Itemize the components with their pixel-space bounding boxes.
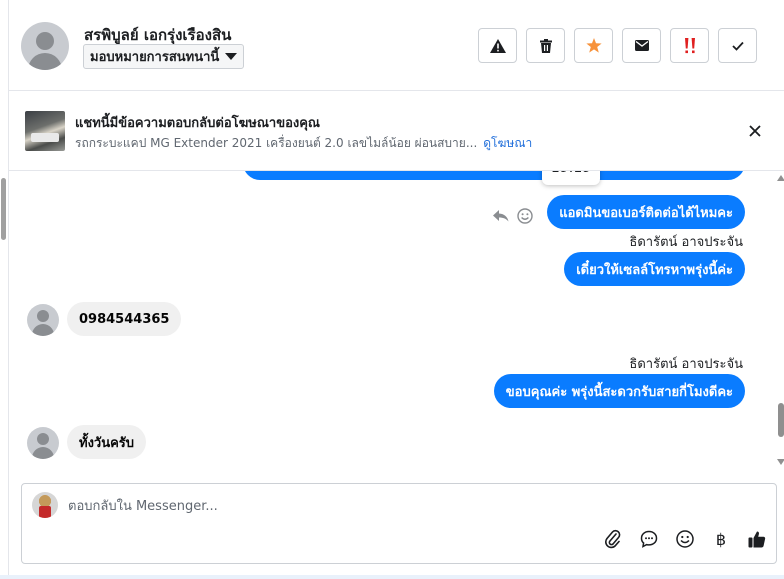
- saved-replies-button[interactable]: [638, 528, 660, 550]
- report-spam-button[interactable]: [478, 28, 517, 63]
- thumbs-up-icon: [748, 531, 766, 548]
- message-bubble-outgoing[interactable]: แอดมินขอเบอร์ติดต่อได้ไหมคะ: [547, 195, 745, 229]
- reply-icon[interactable]: [493, 210, 509, 222]
- ad-banner-title: แชทนี้มีข้อความตอบกลับต่อโฆษณาของคุณ: [75, 116, 320, 131]
- ad-reply-banner: แชทนี้มีข้อความตอบกลับต่อโฆษณาของคุณ รถก…: [9, 91, 784, 171]
- smiley-icon: [676, 530, 694, 548]
- scrollbar-thumb[interactable]: [778, 403, 784, 437]
- composer-toolbar: ฿: [602, 528, 768, 550]
- message-bubble-outgoing[interactable]: ขอบคุณค่ะ พรุ่งนี้สะดวกรับสายกี่โมงดีคะ: [493, 374, 745, 408]
- message-thread: 19:19 แอดมินขอเบอร์ติดต่อได้ไหมคะ ธิดารั…: [9, 171, 784, 473]
- sender-name: ธิดารัตน์ อาจประจัน: [629, 357, 743, 372]
- thread-scrollbar[interactable]: [777, 171, 784, 473]
- conversation-actions: [478, 28, 757, 63]
- conversation-panel: สรพิบูลย์ เอกรุ่งเรืองสิน มอบหมายการสนทน…: [1, 0, 784, 579]
- attach-file-button[interactable]: [602, 528, 624, 550]
- check-icon: [731, 41, 744, 51]
- star-button[interactable]: [574, 28, 613, 63]
- envelope-icon: [634, 40, 649, 51]
- trash-icon: [539, 38, 552, 53]
- reply-input[interactable]: [68, 496, 568, 516]
- warning-icon: [489, 38, 506, 53]
- sender-name: ธิดารัตน์ อาจประจัน: [629, 235, 743, 250]
- like-button[interactable]: [746, 528, 768, 550]
- scroll-down-arrow-icon[interactable]: [777, 459, 784, 465]
- page-avatar: [32, 492, 58, 518]
- left-panel-scrollbar-thumb[interactable]: [1, 178, 6, 240]
- bottom-edge-strip: [0, 575, 784, 579]
- emoji-button[interactable]: [674, 528, 696, 550]
- conversation-header: สรพิบูลย์ เอกรุ่งเรืองสิน มอบหมายการสนทน…: [9, 0, 784, 91]
- close-banner-button[interactable]: [745, 121, 765, 141]
- message-bubble-outgoing[interactable]: เดี๋ยวให้เซลล์โทรหาพรุ่งนี้ค่ะ: [564, 252, 745, 286]
- react-smiley-icon[interactable]: [517, 208, 533, 224]
- message-bubble-incoming[interactable]: 0984544365: [67, 302, 182, 336]
- paperclip-icon: [605, 529, 621, 549]
- double-exclamation-icon: [684, 37, 695, 53]
- contact-avatar-small[interactable]: [27, 427, 59, 459]
- follow-up-button[interactable]: [670, 28, 709, 63]
- speech-bubble-icon: [640, 530, 658, 548]
- ad-thumbnail[interactable]: [25, 111, 65, 151]
- close-icon: [749, 125, 761, 137]
- view-ad-link[interactable]: ดูโฆษณา: [483, 136, 532, 150]
- message-actions: [493, 208, 533, 224]
- payment-button[interactable]: ฿: [710, 528, 732, 550]
- ad-banner-subtitle: รถกระบะแคป MG Extender 2021 เครื่องยนต์ …: [75, 134, 532, 153]
- delete-button[interactable]: [526, 28, 565, 63]
- message-composer: ฿: [21, 483, 777, 564]
- timestamp-tooltip: 19:19: [542, 171, 600, 185]
- mark-done-button[interactable]: [718, 28, 757, 63]
- assign-conversation-label: มอบหมายการสนทนานี้: [90, 50, 220, 65]
- contact-avatar-small[interactable]: [27, 304, 59, 336]
- scroll-up-arrow-icon[interactable]: [777, 175, 784, 181]
- message-bubble-incoming[interactable]: ทั้งวันครับ: [67, 425, 147, 459]
- star-icon: [585, 38, 602, 53]
- contact-avatar[interactable]: [21, 22, 69, 70]
- caret-down-icon: [225, 53, 238, 60]
- message-bubble-outgoing[interactable]: [243, 171, 745, 180]
- assign-conversation-dropdown[interactable]: มอบหมายการสนทนานี้: [83, 44, 245, 69]
- baht-icon: ฿: [715, 529, 727, 549]
- mark-unread-button[interactable]: [622, 28, 661, 63]
- ad-description: รถกระบะแคป MG Extender 2021 เครื่องยนต์ …: [75, 136, 478, 150]
